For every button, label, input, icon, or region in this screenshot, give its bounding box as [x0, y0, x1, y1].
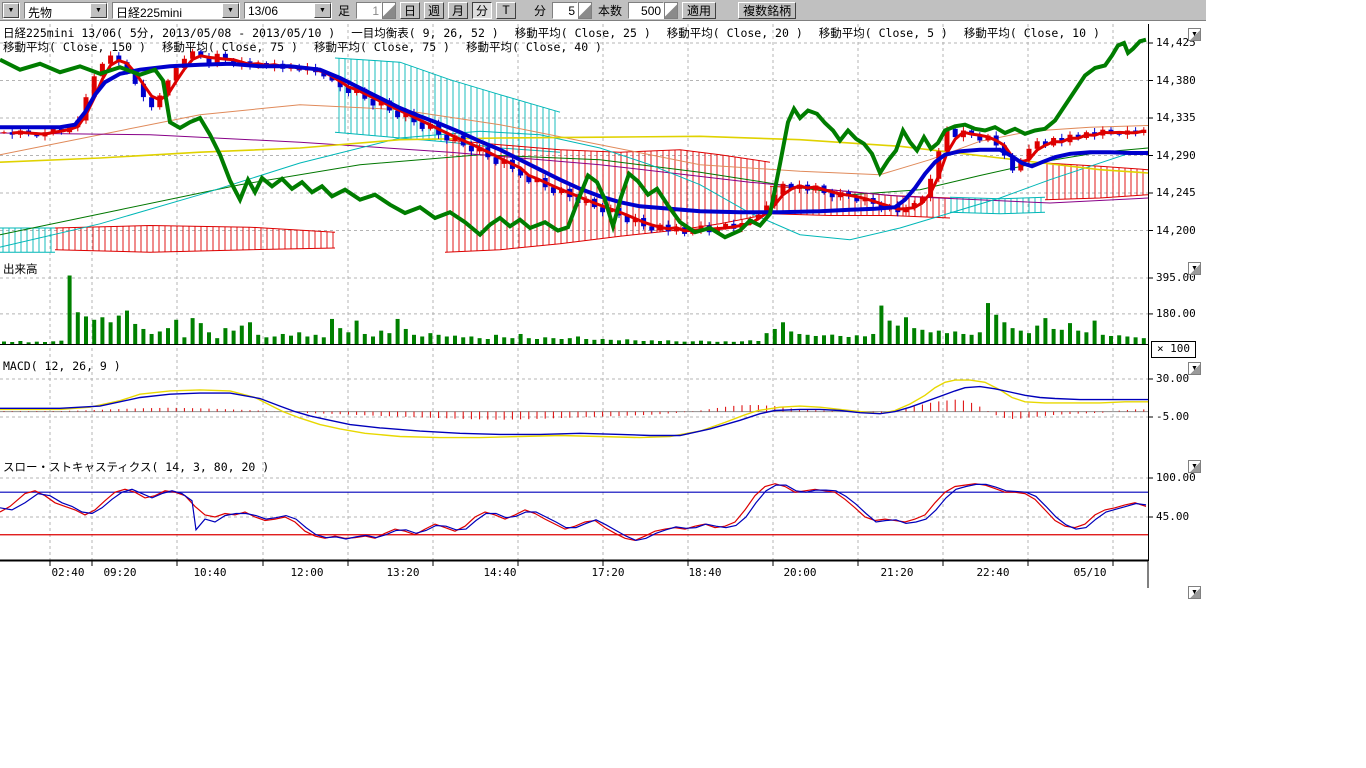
time-axis-label: 14:40: [483, 566, 516, 579]
y-axis-label: 14,290: [1156, 149, 1196, 162]
time-axis-label: 12:00: [290, 566, 323, 579]
time-axis-label: 05/10: [1073, 566, 1106, 579]
legend-item: 移動平均( Close, 20 ): [667, 25, 803, 41]
legend-row-2: 移動平均( Close, 150 ) 移動平均( Close, 75 ) 移動平均(…: [3, 39, 602, 55]
y-axis-label: 14,380: [1156, 74, 1196, 87]
time-axis-label: 17:20: [591, 566, 624, 579]
stochastics-panel-label: スロー・ストキャスティクス( 14, 3, 80, 20 ): [3, 459, 269, 475]
chart-application-window: ▼ 先物 ▼ 日経225mini ▼ 13/06 ▼ 足 1 日 週 月 分 T…: [0, 0, 1366, 768]
time-axis-label: 02:40: [51, 566, 84, 579]
panel-menu-button[interactable]: ▼: [1188, 586, 1201, 599]
panel-menu-button[interactable]: ▼: [1188, 362, 1201, 375]
ichimoku-cloud: [950, 197, 1045, 214]
stoch-d-line: [0, 484, 1146, 540]
legend-item: 移動平均( Close, 75 ): [162, 39, 298, 55]
legend-item: 移動平均( Close, 40 ): [466, 39, 602, 55]
macd-line: [0, 387, 1148, 436]
macd-panel-label: MACD( 12, 26, 9 ): [3, 359, 121, 373]
legend-item: 移動平均( Close, 150 ): [3, 39, 146, 55]
macd-signal-line: [0, 380, 1148, 438]
y-axis-label: -5.00: [1156, 410, 1189, 423]
panel-menu-button[interactable]: ▼: [1188, 28, 1201, 41]
y-axis-label: 45.00: [1156, 510, 1189, 523]
y-axis-label: 180.00: [1156, 307, 1196, 320]
legend-item: 移動平均( Close, 5 ): [819, 25, 948, 41]
volume-multiplier-badge: × 100: [1151, 341, 1196, 358]
volume-series: [4, 275, 1144, 344]
y-axis-label: 14,335: [1156, 111, 1196, 124]
y-axis-label: 30.00: [1156, 372, 1189, 385]
ichimoku-cloud: [0, 228, 55, 252]
y-axis-label: 14,200: [1156, 224, 1196, 237]
y-axis-label: 14,245: [1156, 186, 1196, 199]
time-axis-label: 09:20: [103, 566, 136, 579]
time-axis-label: 22:40: [976, 566, 1009, 579]
time-axis-label: 20:00: [783, 566, 816, 579]
panel-menu-button[interactable]: ▼: [1188, 460, 1201, 473]
time-axis-label: 21:20: [880, 566, 913, 579]
time-axis-label: 18:40: [688, 566, 721, 579]
time-axis-label: 13:20: [386, 566, 419, 579]
legend-item: 移動平均( Close, 10 ): [964, 25, 1100, 41]
panel-menu-button[interactable]: ▼: [1188, 262, 1201, 275]
volume-panel-label: 出来高: [3, 261, 38, 277]
time-axis-label: 10:40: [193, 566, 226, 579]
legend-item: 移動平均( Close, 75 ): [314, 39, 450, 55]
